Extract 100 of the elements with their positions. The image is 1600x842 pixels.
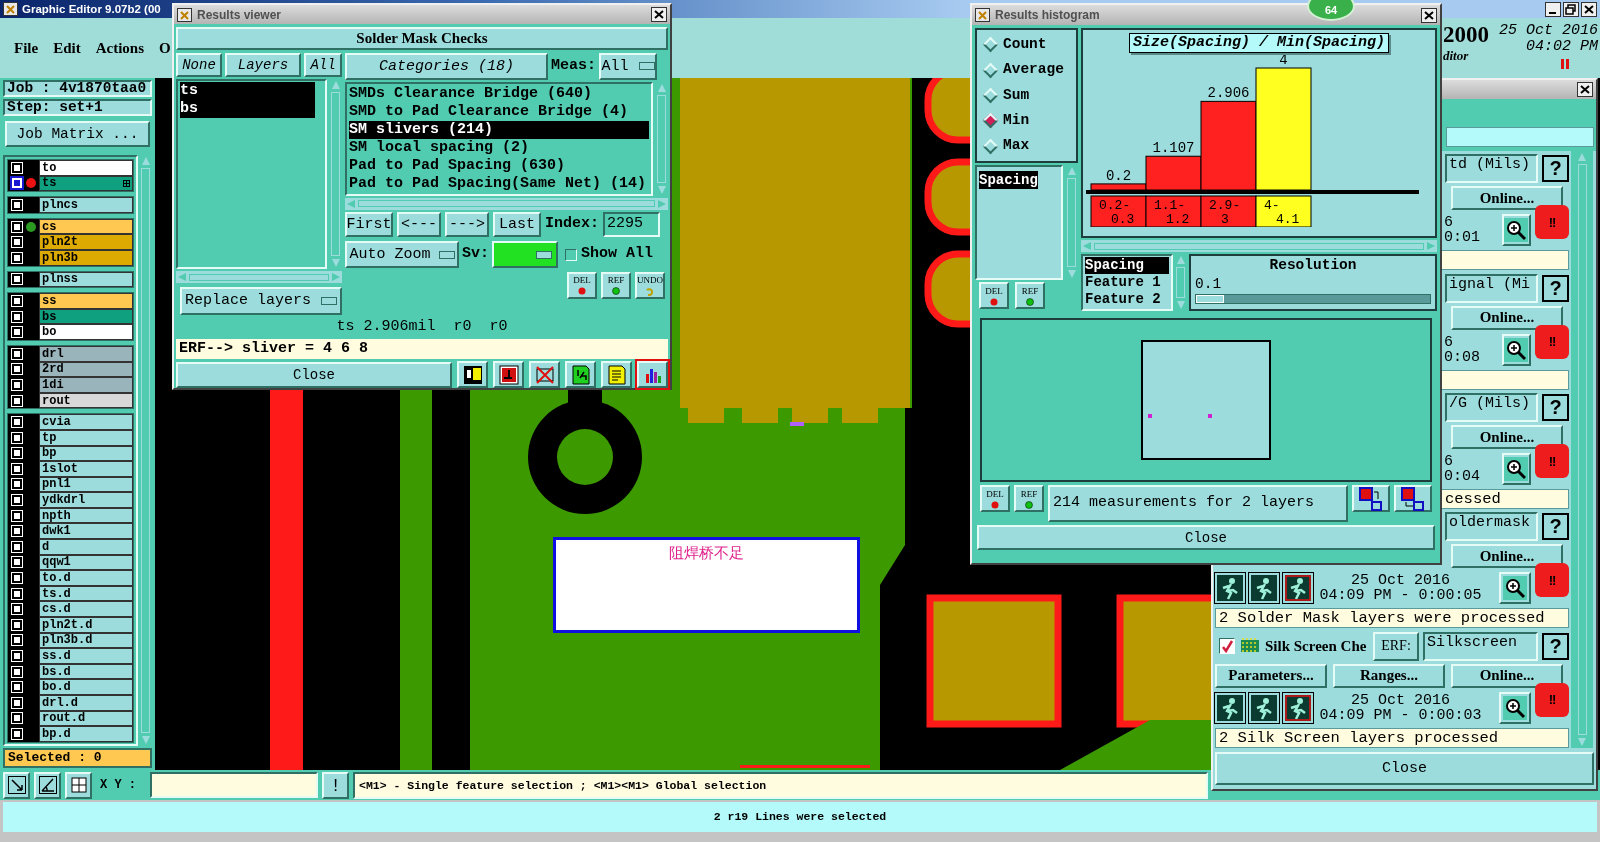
layer-name[interactable]: d — [39, 539, 133, 555]
layer-checkbox[interactable] — [12, 510, 22, 521]
stopped-run-button[interactable] — [1283, 692, 1313, 723]
list-item[interactable]: SMD to Pad Clearance Bridge (4) — [349, 102, 649, 121]
layer-name[interactable]: cs — [39, 218, 133, 235]
layer-checkbox[interactable] — [12, 252, 22, 263]
layer-checkbox[interactable] — [12, 588, 22, 599]
menu-item[interactable]: O — [159, 36, 171, 60]
close-icon[interactable] — [1581, 1, 1597, 17]
action-button[interactable]: REF — [1015, 282, 1045, 309]
layer-name[interactable]: dwk1 — [39, 523, 133, 540]
scrollbar[interactable] — [345, 197, 668, 210]
measure-dropdown[interactable]: All — [599, 52, 657, 80]
severity-dropdown[interactable] — [492, 241, 558, 269]
scrollbar[interactable] — [1571, 151, 1593, 749]
marker-button[interactable] — [493, 361, 524, 388]
layer-name[interactable]: to.d — [39, 570, 133, 586]
stopped-run-button[interactable] — [1283, 573, 1313, 604]
run-button[interactable] — [1215, 692, 1245, 723]
zoom-button[interactable] — [1501, 214, 1531, 247]
layer-checkbox[interactable] — [12, 541, 22, 552]
list-item[interactable]: Spacing — [1085, 257, 1169, 274]
mode-radio[interactable]: Average — [981, 59, 1072, 82]
slider-thumb[interactable] — [1196, 295, 1224, 303]
scrollbar[interactable] — [329, 79, 342, 270]
layer-filter-button[interactable]: None — [176, 52, 222, 78]
layer-name[interactable]: bp.d — [39, 726, 133, 742]
split-view-button[interactable] — [457, 361, 488, 388]
layer-checkbox[interactable] — [12, 364, 22, 375]
page-number-button[interactable] — [565, 361, 596, 388]
layer-checkbox[interactable] — [12, 713, 22, 724]
layer-checkbox[interactable] — [12, 395, 22, 406]
list-item[interactable]: Feature 1 — [1085, 274, 1169, 291]
show-all-checkbox[interactable]: Show All — [565, 243, 654, 266]
layer-name[interactable]: ss.d — [39, 648, 133, 664]
layer-filter-button[interactable]: All — [304, 52, 342, 78]
bar-chart-button[interactable] — [637, 361, 668, 388]
layer-checkbox[interactable] — [12, 619, 22, 630]
mode-radio[interactable]: Max — [981, 135, 1072, 157]
scrollbar[interactable] — [176, 271, 342, 283]
layer-name[interactable]: pln2t.d — [39, 617, 133, 633]
online-button[interactable]: Online... — [1451, 186, 1563, 211]
close-button[interactable]: Close — [176, 361, 452, 388]
job-matrix-button[interactable]: Job Matrix ... — [5, 121, 150, 147]
nav-button[interactable]: First — [345, 212, 393, 238]
layer-checkbox[interactable] — [12, 200, 22, 210]
layer-checkbox[interactable] — [12, 295, 22, 306]
histogram-bar[interactable] — [1255, 67, 1312, 191]
help-button[interactable]: ? — [1542, 513, 1569, 541]
scrollbar[interactable] — [1081, 240, 1437, 252]
zoom-button[interactable] — [1499, 572, 1531, 605]
minimize-icon[interactable] — [1545, 1, 1561, 17]
list-item[interactable]: Pad to Pad Spacing(Same Net) (14) — [349, 174, 649, 193]
list-item[interactable]: Feature 2 — [1085, 291, 1169, 308]
layer-name[interactable]: 1di — [39, 377, 133, 393]
layer-name[interactable]: bo — [39, 324, 133, 340]
auto-zoom-dropdown[interactable]: Auto Zoom — [345, 241, 459, 269]
menu-item[interactable]: Actions — [95, 36, 144, 60]
layer-checkbox[interactable] — [12, 463, 22, 474]
coordinate-field[interactable] — [150, 772, 318, 798]
erf-button[interactable]: ERF: — [1373, 631, 1419, 661]
scrollbar[interactable] — [1065, 165, 1078, 280]
zoom-button[interactable] — [1499, 691, 1531, 724]
layer-checkbox[interactable] — [12, 448, 22, 459]
online-button[interactable]: Online... — [1451, 425, 1563, 449]
list-item[interactable]: SMDs Clearance Bridge (640) — [349, 84, 649, 103]
angle-tool-button[interactable] — [34, 771, 61, 799]
list-item[interactable]: SM slivers (214) — [349, 120, 649, 139]
layer-checkbox[interactable] — [12, 682, 22, 693]
layer-name[interactable]: to — [39, 160, 133, 176]
layer-checkbox[interactable] — [12, 432, 22, 443]
run-button[interactable] — [1215, 573, 1245, 604]
layer-name[interactable]: cs.d — [39, 601, 133, 618]
layer-name[interactable]: plnss — [39, 271, 133, 288]
ranges-button[interactable]: Ranges... — [1333, 663, 1445, 688]
layer-name[interactable]: drl.d — [39, 695, 133, 711]
close-icon[interactable] — [1577, 82, 1593, 98]
scrollbar[interactable] — [1174, 254, 1187, 311]
layer-checkbox[interactable] — [12, 417, 22, 428]
help-button[interactable]: ? — [1542, 394, 1569, 421]
online-button[interactable]: Online... — [1451, 544, 1563, 569]
layer-checkbox[interactable] — [12, 729, 22, 739]
close-icon[interactable] — [1421, 7, 1437, 23]
online-button[interactable]: Online... — [1451, 663, 1563, 688]
layer-name[interactable]: 1slot — [39, 461, 133, 477]
menu-item[interactable]: Edit — [53, 36, 81, 60]
check-name-field[interactable]: /G (Mils) — [1445, 393, 1538, 422]
list-item[interactable]: ts — [180, 82, 315, 101]
mode-radio[interactable]: Sum — [981, 84, 1072, 107]
layer-checkbox[interactable] — [12, 274, 22, 285]
close-icon[interactable] — [651, 7, 667, 23]
nav-button[interactable]: Last — [493, 212, 541, 238]
check-checkbox[interactable] — [1219, 638, 1235, 655]
list-item[interactable]: bs — [180, 100, 315, 119]
document-button[interactable] — [601, 361, 632, 388]
action-button[interactable]: REF — [1014, 485, 1044, 512]
crossed-ref-button[interactable] — [529, 361, 560, 388]
export-chart-button[interactable] — [1352, 485, 1390, 512]
list-item[interactable]: Pad to Pad Spacing (630) — [349, 156, 649, 175]
layer-checkbox[interactable] — [12, 651, 22, 661]
